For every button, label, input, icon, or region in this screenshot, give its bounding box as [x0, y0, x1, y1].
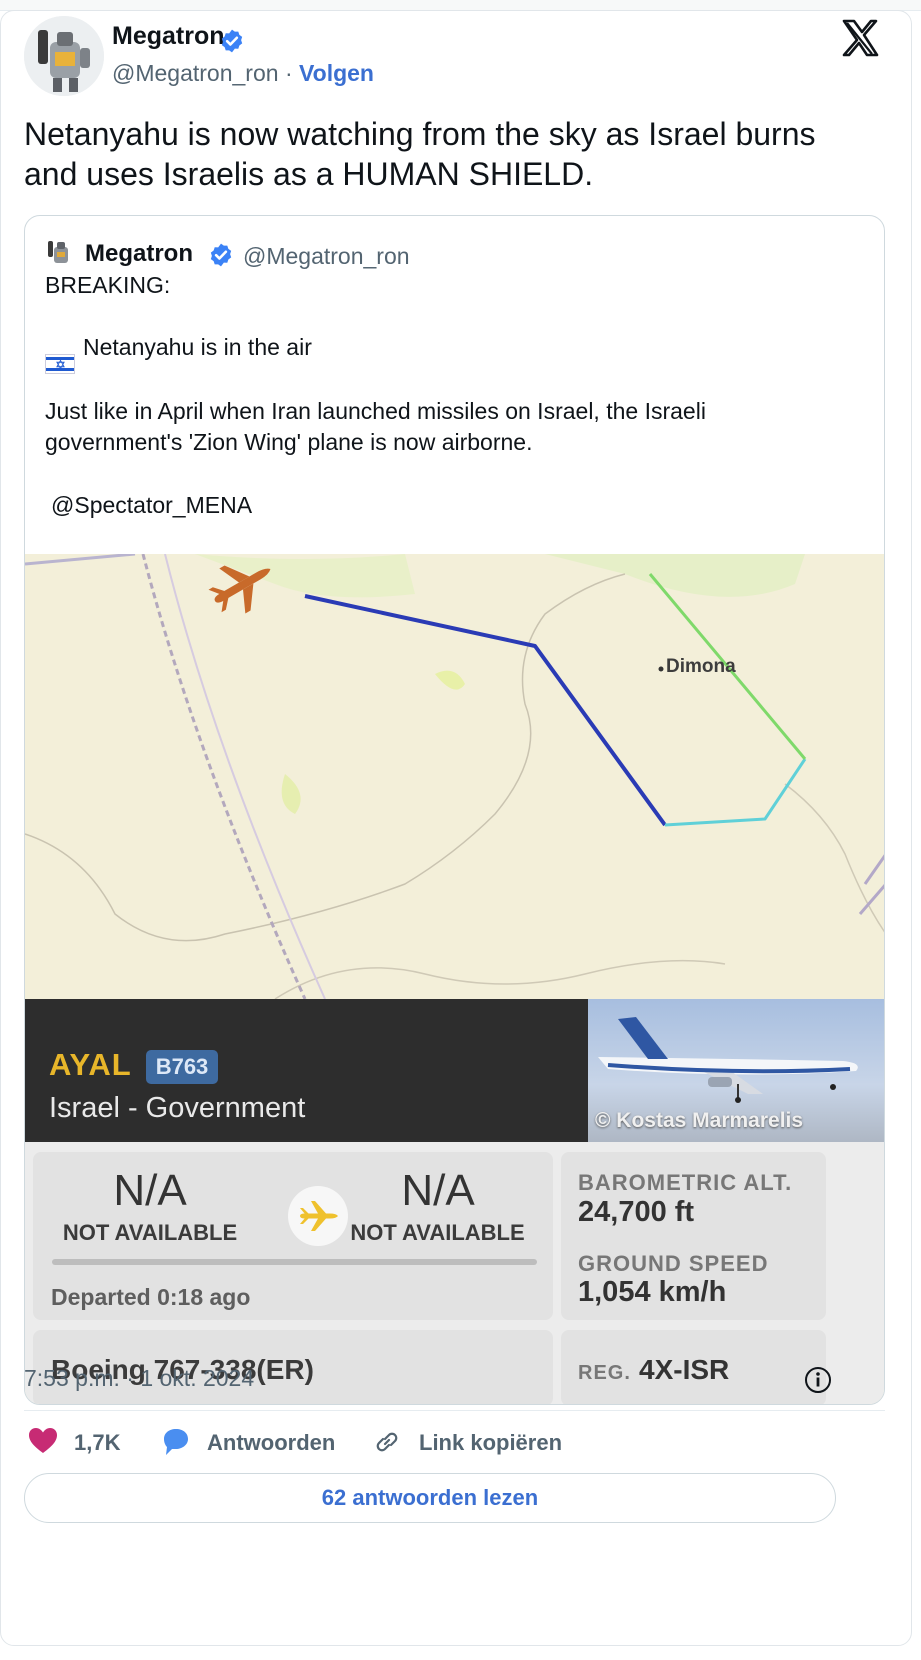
- like-button[interactable]: 1,7K: [28, 1427, 128, 1459]
- verified-badge-icon: [221, 29, 243, 53]
- flight-operator: Israel - Government: [49, 1092, 306, 1124]
- tweet-text: Netanyahu is now watching from the sky a…: [24, 114, 884, 194]
- destination-sub: NOT AVAILABLE: [350, 1220, 525, 1245]
- x-logo-icon[interactable]: [840, 18, 880, 58]
- quoted-text-line: @Spectator_MENA: [51, 492, 253, 518]
- quoted-text-line: BREAKING:: [45, 272, 171, 298]
- quoted-author-handle: @Megatron_ron: [243, 243, 410, 269]
- origin-sub: NOT AVAILABLE: [62, 1220, 238, 1245]
- flight-callsign: AYAL: [49, 1047, 132, 1082]
- copy-link-button[interactable]: Link kopiëren: [372, 1427, 572, 1459]
- author-handle[interactable]: @Megatron_ron: [112, 60, 279, 86]
- read-replies-button[interactable]: 62 antwoorden lezen: [24, 1473, 836, 1523]
- quoted-text-line: government's 'Zion Wing' plane is now ai…: [45, 429, 533, 455]
- flight-tracker-image[interactable]: Dimona AYAL B763 Israel - Government © K…: [25, 554, 884, 1404]
- reply-label: Antwoorden: [207, 1430, 336, 1455]
- quoted-author-name: Megatron: [85, 240, 193, 267]
- quoted-avatar: [48, 241, 68, 263]
- reply-button[interactable]: Antwoorden: [160, 1427, 345, 1459]
- registration-value: 4X-ISR: [639, 1354, 730, 1385]
- barometric-value: 24,700 ft: [578, 1196, 695, 1228]
- registration-label: REG.: [578, 1362, 631, 1384]
- map-label-dimona: Dimona: [666, 656, 736, 677]
- ground-speed-value: 1,054 km/h: [578, 1276, 727, 1308]
- quoted-text-line: Just like in April when Iran launched mi…: [45, 398, 706, 424]
- destination-code: N/A: [401, 1166, 475, 1215]
- follow-button[interactable]: Volgen: [299, 60, 374, 86]
- flight-map: Dimona: [25, 554, 884, 999]
- israel-flag-icon: [45, 354, 75, 374]
- copy-link-label: Link kopiëren: [419, 1430, 563, 1455]
- departed-time: Departed 0:18 ago: [51, 1284, 251, 1310]
- heart-icon: [29, 1428, 57, 1453]
- verified-badge-icon: [210, 243, 232, 267]
- photo-credit: © Kostas Marmarelis: [595, 1109, 804, 1132]
- quoted-tweet[interactable]: Megatron @Megatron_ron BREAKING: Netanya…: [24, 215, 885, 1405]
- reply-icon: [164, 1429, 188, 1455]
- barometric-label: BAROMETRIC ALT.: [578, 1170, 793, 1195]
- link-icon: [376, 1432, 398, 1452]
- like-count: 1,7K: [74, 1430, 121, 1455]
- separator: ·: [284, 60, 293, 86]
- origin-code: N/A: [113, 1166, 187, 1215]
- tweet-timestamp[interactable]: 7:53 p.m. · 1 okt. 2024: [24, 1365, 254, 1392]
- aircraft-type-badge: B763: [146, 1050, 218, 1084]
- avatar[interactable]: [24, 16, 104, 96]
- flight-progress-bar: [52, 1259, 537, 1265]
- tweet-text-line: Netanyahu is now watching from the sky a…: [24, 116, 816, 152]
- author-name[interactable]: Megatron: [112, 22, 225, 51]
- ground-speed-label: GROUND SPEED: [578, 1251, 769, 1276]
- divider: [24, 1410, 885, 1411]
- info-icon[interactable]: [803, 1365, 833, 1395]
- tweet-text-line: and uses Israelis as a HUMAN SHIELD.: [24, 156, 594, 192]
- quoted-text-line: Netanyahu is in the air: [83, 334, 312, 360]
- author-handle-line: @Megatron_ron · Volgen: [112, 60, 374, 87]
